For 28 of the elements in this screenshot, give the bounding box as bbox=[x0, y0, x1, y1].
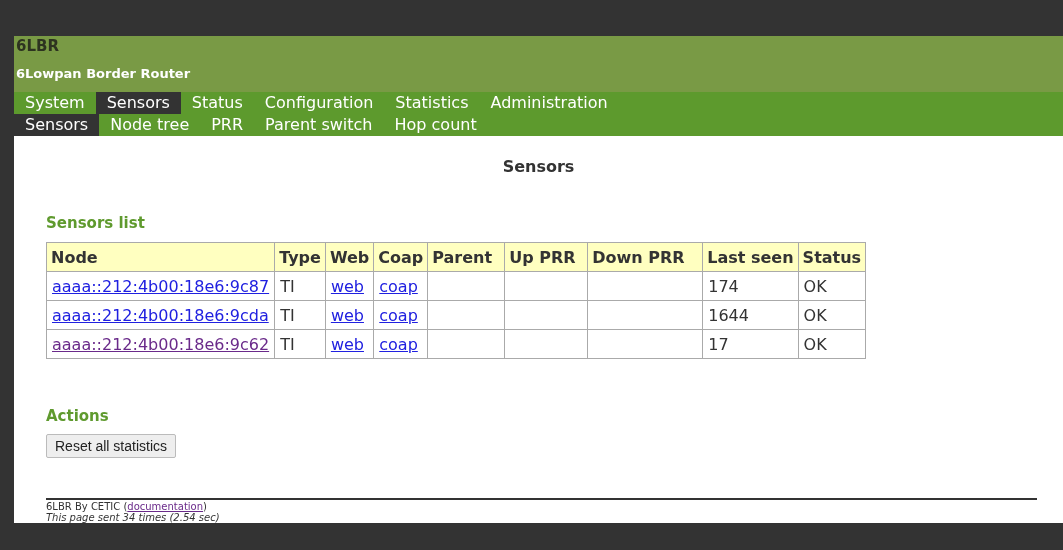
section-heading: Actions bbox=[46, 407, 110, 425]
table-cell: 174 bbox=[702, 271, 799, 301]
site-subtitle: 6Lowpan Border Router bbox=[16, 66, 192, 81]
footer-timing: This page sent 34 times (2.54 sec) bbox=[46, 512, 221, 523]
column-header: Last seen bbox=[702, 242, 799, 272]
page-title: Sensors bbox=[501, 157, 576, 176]
site-title: 6LBR bbox=[16, 36, 60, 55]
footer-credit: 6LBR By CETIC (documentation) bbox=[46, 501, 208, 512]
table-cell: OK bbox=[798, 271, 866, 301]
column-header: Web bbox=[325, 242, 374, 272]
table-cell: 17 bbox=[702, 329, 799, 359]
column-header: Type bbox=[274, 242, 326, 272]
table-cell: TI bbox=[274, 300, 326, 330]
column-header: Down PRR bbox=[587, 242, 703, 272]
column-header: Coap bbox=[373, 242, 428, 272]
table-cell: 1644 bbox=[702, 300, 799, 330]
column-header: Status bbox=[798, 242, 866, 272]
submenu-tab[interactable]: Sensors bbox=[14, 114, 100, 136]
table-cell: TI bbox=[274, 271, 326, 301]
column-header: Parent bbox=[427, 242, 505, 272]
table-cell: OK bbox=[798, 300, 866, 330]
table-cell: TI bbox=[274, 329, 326, 359]
reset-button[interactable]: Reset all statistics bbox=[46, 434, 177, 458]
menu-tab[interactable]: Sensors bbox=[95, 92, 181, 114]
section-heading: Sensors list bbox=[46, 214, 146, 232]
table-cell: OK bbox=[798, 329, 866, 359]
column-header: Up PRR bbox=[504, 242, 588, 272]
column-header: Node bbox=[46, 242, 275, 272]
